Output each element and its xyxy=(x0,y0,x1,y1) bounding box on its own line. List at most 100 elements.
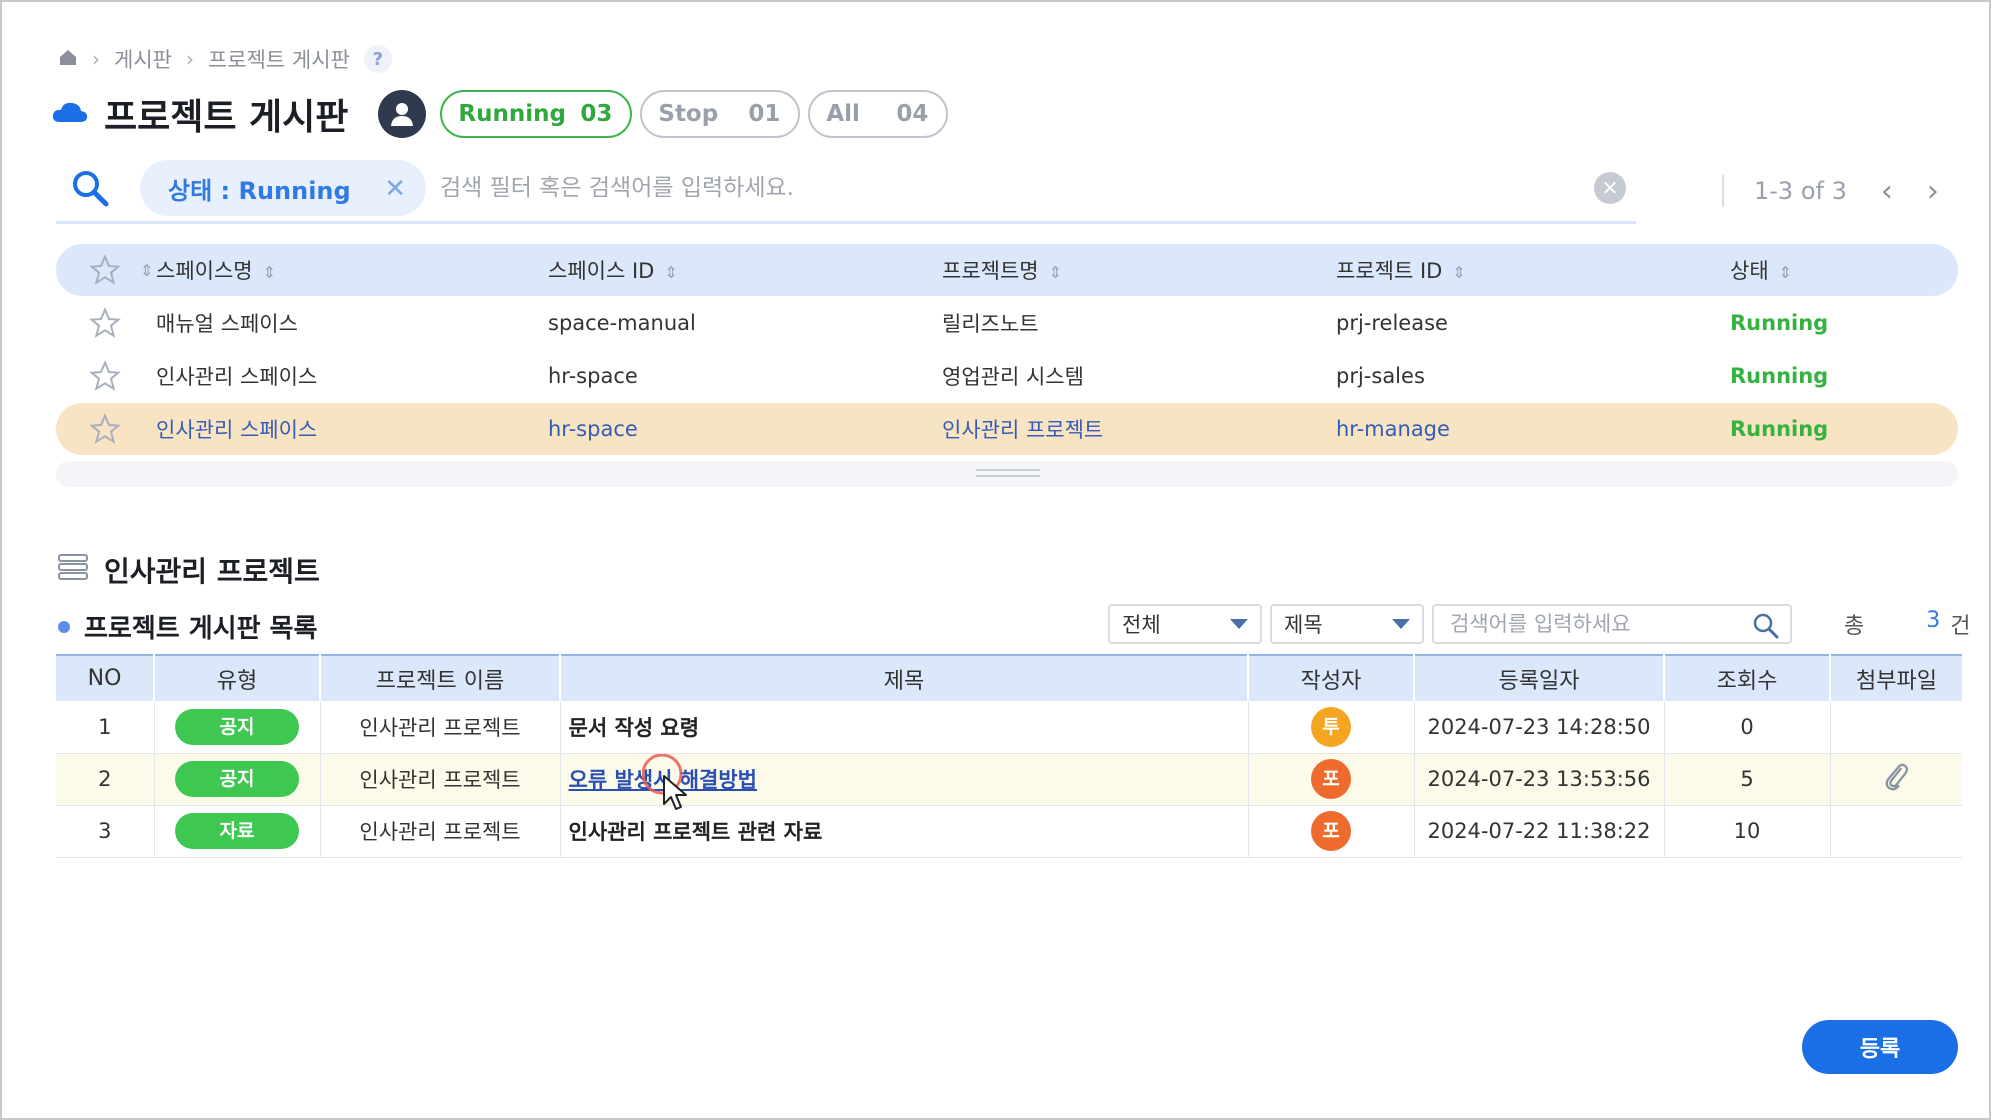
project-name: 인사관리 프로젝트 xyxy=(320,701,561,754)
prev-page-icon[interactable]: ‹ xyxy=(1881,174,1893,209)
board-table: NO 유형 프로젝트 이름 제목 작성자 등록일자 조회수 첨부파일 1 공지 … xyxy=(56,654,1962,858)
category-select[interactable]: 전체 xyxy=(1108,604,1262,644)
author-cell: 포 xyxy=(1248,753,1415,806)
filter-count: 01 xyxy=(748,101,781,127)
search-icon[interactable] xyxy=(1752,612,1780,644)
chevron-down-icon xyxy=(1230,619,1248,629)
filter-count: 03 xyxy=(580,101,613,127)
grip-icon[interactable] xyxy=(976,469,1040,477)
close-icon[interactable]: ✕ xyxy=(384,174,406,204)
status-filter-chip[interactable]: 상태 : Running ✕ xyxy=(140,160,426,216)
status-badge: Running xyxy=(1730,417,1829,441)
post-date: 2024-07-23 13:53:56 xyxy=(1414,753,1665,806)
table-row[interactable]: 1 공지 인사관리 프로젝트 문서 작성 요령 투 2024-07-23 14:… xyxy=(56,701,1962,754)
mouse-cursor-icon xyxy=(641,753,692,820)
bullet-icon xyxy=(58,620,70,633)
sort-icon[interactable]: ⇕ xyxy=(140,261,153,280)
page-range: 1-3 of 3 xyxy=(1754,177,1847,205)
search-field-select[interactable]: 제목 xyxy=(1270,604,1424,644)
column-header[interactable]: 첨부파일 xyxy=(1830,654,1962,701)
star-icon xyxy=(89,307,121,338)
project-name: 인사관리 프로젝트 xyxy=(942,418,1104,442)
register-button[interactable]: 등록 xyxy=(1802,1020,1958,1074)
table-row-hovered[interactable]: 2 공지 인사관리 프로젝트 오류 발생시 해결방법 포 2024-07-23 … xyxy=(56,753,1962,806)
favorite-header[interactable]: ⇕ xyxy=(56,254,154,286)
breadcrumb-item[interactable]: 게시판 xyxy=(114,44,172,74)
table-row[interactable]: 인사관리 스페이스 hr-space 영업관리 시스템 prj-sales Ru… xyxy=(56,350,1958,402)
clear-search-icon[interactable]: ✕ xyxy=(1594,172,1626,204)
column-header[interactable]: 스페이스 ID ⇕ xyxy=(548,255,942,285)
project-id: prj-release xyxy=(1336,311,1448,335)
column-header[interactable]: 조회수 xyxy=(1664,654,1831,701)
chevron-down-icon xyxy=(1392,619,1410,629)
search-icon[interactable] xyxy=(70,168,110,212)
attachment-cell xyxy=(1830,701,1962,754)
view-count: 10 xyxy=(1664,805,1831,858)
view-count: 5 xyxy=(1664,753,1831,806)
space-id: space-manual xyxy=(548,311,696,335)
column-header[interactable]: 유형 xyxy=(154,654,321,701)
next-page-icon[interactable]: › xyxy=(1927,174,1939,209)
post-title[interactable]: 문서 작성 요령 xyxy=(560,701,1249,754)
filter-stop-button[interactable]: Stop 01 xyxy=(640,90,801,138)
project-name: 영업관리 시스템 xyxy=(942,365,1084,389)
filter-label: Running xyxy=(458,101,566,127)
user-avatar[interactable] xyxy=(378,90,427,138)
space-name: 인사관리 스페이스 xyxy=(156,365,318,389)
table-row-selected[interactable]: 인사관리 스페이스 hr-space 인사관리 프로젝트 hr-manage R… xyxy=(56,403,1958,455)
filter-count: 04 xyxy=(896,101,929,127)
space-id: hr-space xyxy=(548,364,638,388)
author-cell: 투 xyxy=(1248,701,1415,754)
space-name: 매뉴얼 스페이스 xyxy=(156,312,298,336)
column-header[interactable]: 프로젝트명 ⇕ xyxy=(942,255,1336,285)
search-input[interactable] xyxy=(440,164,1540,212)
table-header: NO 유형 프로젝트 이름 제목 작성자 등록일자 조회수 첨부파일 xyxy=(56,654,1962,701)
column-header[interactable]: 상태 ⇕ xyxy=(1730,255,1930,285)
database-icon xyxy=(58,553,88,587)
help-icon[interactable]: ? xyxy=(363,45,392,73)
author-cell: 포 xyxy=(1248,805,1415,858)
chevron-right-icon: › xyxy=(185,47,194,71)
filter-running-button[interactable]: Running 03 xyxy=(440,90,633,138)
type-cell: 공지 xyxy=(154,753,321,806)
favorite-toggle[interactable] xyxy=(56,413,154,445)
table-row[interactable]: 매뉴얼 스페이스 space-manual 릴리즈노트 prj-release … xyxy=(56,297,1958,349)
pagination: 1-3 of 3 ‹ › xyxy=(1722,168,1939,214)
favorite-toggle[interactable] xyxy=(56,307,154,339)
space-id: hr-space xyxy=(548,417,638,441)
select-value: 제목 xyxy=(1284,613,1323,637)
favorite-toggle[interactable] xyxy=(56,360,154,392)
board-search xyxy=(1432,604,1792,644)
column-header[interactable]: 프로젝트 ID ⇕ xyxy=(1336,255,1730,285)
sort-icon: ⇕ xyxy=(1778,263,1793,282)
select-value: 전체 xyxy=(1122,613,1161,637)
column-header[interactable]: 등록일자 xyxy=(1414,654,1665,701)
column-header[interactable]: NO xyxy=(56,654,155,701)
project-id: hr-manage xyxy=(1336,417,1450,441)
row-number: 3 xyxy=(56,805,155,858)
column-header[interactable]: 제목 xyxy=(560,654,1249,701)
project-name: 인사관리 프로젝트 xyxy=(320,805,561,858)
filter-all-button[interactable]: All 04 xyxy=(808,90,949,138)
breadcrumb-item[interactable]: 프로젝트 게시판 xyxy=(208,44,350,74)
author-avatar: 포 xyxy=(1311,811,1351,851)
column-header[interactable]: 작성자 xyxy=(1248,654,1415,701)
project-name: 인사관리 프로젝트 xyxy=(320,753,561,806)
type-badge: 자료 xyxy=(175,813,299,849)
home-icon[interactable] xyxy=(58,47,78,72)
title-row: 프로젝트 게시판 Running 03 Stop 01 All 04 xyxy=(52,86,949,142)
total-count: 총 3 건 xyxy=(1844,608,1971,640)
project-name: 릴리즈노트 xyxy=(942,312,1039,336)
sort-icon: ⇕ xyxy=(262,263,277,282)
total-label: 총 xyxy=(1844,614,1865,639)
paperclip-icon[interactable] xyxy=(1882,763,1910,797)
app-frame: › 게시판 › 프로젝트 게시판 ? 프로젝트 게시판 Running 03 S… xyxy=(0,0,1991,1120)
column-header[interactable]: 프로젝트 이름 xyxy=(320,654,561,701)
resize-handle[interactable] xyxy=(56,461,1958,487)
column-header[interactable]: 스페이스명 ⇕ xyxy=(154,255,548,285)
table-row[interactable]: 3 자료 인사관리 프로젝트 인사관리 프로젝트 관련 자료 포 2024-07… xyxy=(56,805,1962,858)
sort-icon: ⇕ xyxy=(664,263,678,282)
sort-icon: ⇕ xyxy=(1452,263,1466,282)
board-search-input[interactable] xyxy=(1450,606,1750,642)
post-date: 2024-07-22 11:38:22 xyxy=(1414,805,1665,858)
